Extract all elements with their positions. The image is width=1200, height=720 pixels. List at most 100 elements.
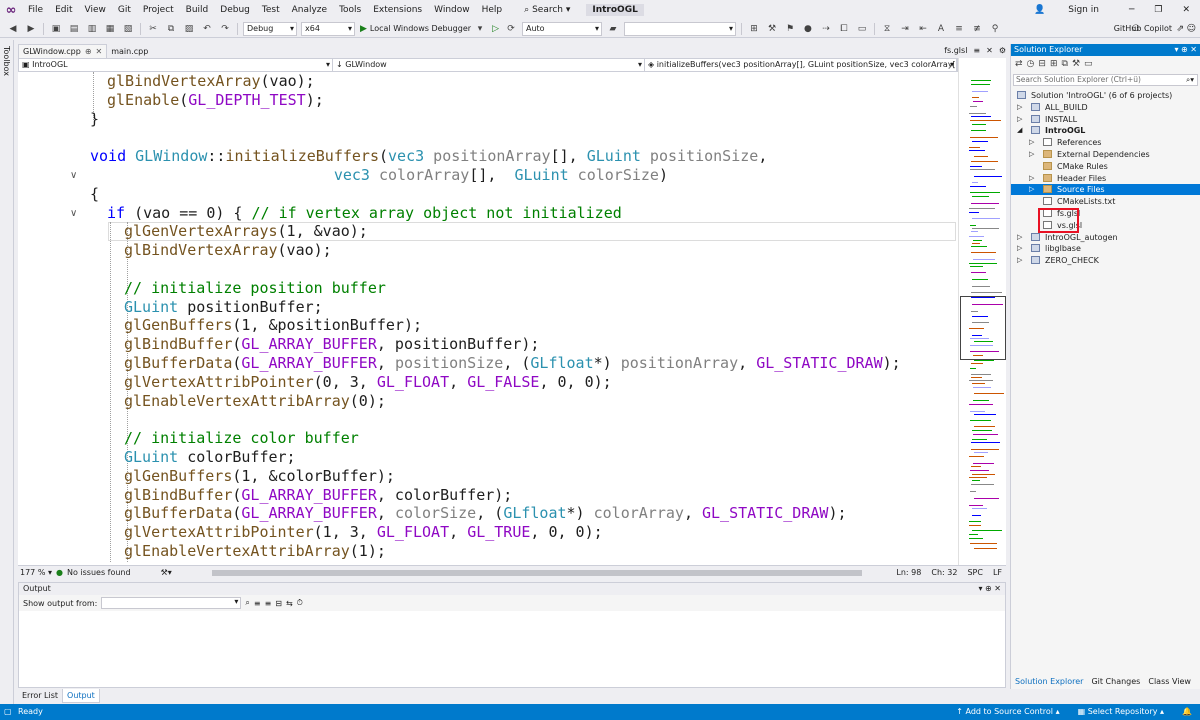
add-item-icon[interactable]: ▤ xyxy=(67,22,81,36)
search-box[interactable]: ⌕ Search ▾ xyxy=(516,5,578,15)
line-ending[interactable]: LF xyxy=(993,568,1002,577)
tree-item-cmake-rules[interactable]: CMake Rules xyxy=(1011,161,1200,172)
empty-select[interactable] xyxy=(623,21,736,36)
pin-icon[interactable]: ⊕ xyxy=(1181,45,1190,54)
forward-icon[interactable]: ▶ xyxy=(24,22,38,36)
tab-glwindow-cpp[interactable]: GLWindow.cpp ⊕ ✕ xyxy=(18,44,108,58)
expand-arrow-icon[interactable]: ▷ xyxy=(1017,102,1022,113)
save-icon[interactable]: ▦ xyxy=(103,22,117,36)
output-source-select[interactable] xyxy=(101,597,242,609)
menu-help[interactable]: Help xyxy=(476,0,509,20)
tree-item-all-build[interactable]: ▷ ALL_BUILD xyxy=(1011,102,1200,113)
show-all-files-icon[interactable]: ⧉ xyxy=(1062,59,1068,69)
tree-item-install[interactable]: ▷ INSTALL xyxy=(1011,114,1200,125)
pin-icon[interactable]: ⊕ xyxy=(985,584,994,593)
sync-icon[interactable]: ⇄ xyxy=(1015,59,1023,69)
expand-arrow-icon[interactable]: ▷ xyxy=(1029,149,1034,160)
copy-icon[interactable]: ⧉ xyxy=(164,22,178,36)
tab-error-list[interactable]: Error List xyxy=(18,689,62,703)
clear-all-icon[interactable]: ⊟ xyxy=(275,599,282,608)
configuration-select[interactable]: Debug xyxy=(243,21,297,36)
folder-icon[interactable]: ▰ xyxy=(606,22,620,36)
expand-arrow-icon[interactable]: ▷ xyxy=(1029,137,1034,148)
preview-icon[interactable]: ▭ xyxy=(1084,59,1093,69)
uncomment-icon[interactable]: ≢ xyxy=(970,22,984,36)
visual-studio-logo-icon[interactable]: ∞ xyxy=(0,0,22,20)
tab-solution-explorer[interactable]: Solution Explorer xyxy=(1015,675,1083,689)
expand-arrow-icon[interactable]: ▷ xyxy=(1017,243,1022,254)
copilot-label[interactable]: GitHub Copilot xyxy=(1114,24,1172,33)
layout-icon[interactable]: ⊞ xyxy=(747,22,761,36)
close-icon[interactable]: ✕ xyxy=(1190,45,1197,54)
menu-file[interactable]: File xyxy=(22,0,49,20)
tree-item-external-dependencies[interactable]: ▷ External Dependencies xyxy=(1011,149,1200,160)
start-without-debugging-icon[interactable]: ▷ xyxy=(492,24,499,34)
close-icon[interactable]: ✕ xyxy=(96,45,103,58)
find-message-icon[interactable]: ⌕ xyxy=(245,598,249,608)
toolbox-strip[interactable]: Toolbox xyxy=(0,40,14,704)
tree-item-header-files[interactable]: ▷ Header Files xyxy=(1011,173,1200,184)
tab-class-view[interactable]: Class View xyxy=(1148,675,1191,689)
select-repository-button[interactable]: ▦ Select Repository ▴ xyxy=(1078,704,1164,720)
menu-edit[interactable]: Edit xyxy=(49,0,78,20)
back-icon[interactable]: ◀ xyxy=(6,22,20,36)
tab-list-icon[interactable]: ≡ xyxy=(973,44,980,57)
member-nav-select[interactable]: ◈ initializeBuffers(vec3 positionArray[]… xyxy=(645,59,957,71)
feedback-icon[interactable]: ☺ xyxy=(1187,24,1196,34)
prev-message-icon[interactable]: ≡ xyxy=(254,599,261,608)
class-nav-select[interactable]: ↓ GLWindow xyxy=(333,59,645,71)
chevron-down-icon[interactable]: ▾ xyxy=(45,568,52,577)
platform-select[interactable]: x64 xyxy=(301,21,355,36)
tree-item-source-files[interactable]: ▷ Source Files xyxy=(1011,184,1200,196)
code-editor[interactable]: glBindVertexArray(vao); glEnable(GL_DEPTH… xyxy=(18,72,958,565)
menu-view[interactable]: View xyxy=(79,0,112,20)
expand-arrow-icon[interactable]: ▷ xyxy=(1017,255,1022,266)
menu-project[interactable]: Project xyxy=(137,0,180,20)
font-icon[interactable]: A xyxy=(934,22,948,36)
tab-main-cpp[interactable]: main.cpp xyxy=(107,44,152,58)
comment-icon[interactable]: ≡ xyxy=(952,22,966,36)
paste-icon[interactable]: ▨ xyxy=(182,22,196,36)
expand-arrow-icon[interactable]: ▷ xyxy=(1029,184,1034,195)
tab-fs-glsl[interactable]: fs.glsl xyxy=(944,44,967,57)
code-cleanup-icon[interactable]: ⚒▾ xyxy=(161,568,172,577)
tab-git-changes[interactable]: Git Changes xyxy=(1091,675,1140,689)
close-icon[interactable]: ✕ xyxy=(994,584,1001,593)
tree-item-cmakelists-txt[interactable]: CMakeLists.txt xyxy=(1011,196,1200,207)
expand-arrow-icon[interactable]: ▷ xyxy=(1017,232,1022,243)
pending-changes-icon[interactable]: ⊞ xyxy=(1050,59,1058,69)
expand-arrow-icon[interactable]: ▷ xyxy=(1017,114,1022,125)
pin-icon[interactable]: ⊕ xyxy=(85,45,92,58)
menu-tools[interactable]: Tools xyxy=(333,0,367,20)
indent-icon[interactable]: ⇥ xyxy=(898,22,912,36)
fold-chevron-icon[interactable]: ∨ xyxy=(70,208,77,219)
settings-icon[interactable]: ⚙ xyxy=(999,44,1006,57)
next-message-icon[interactable]: ≡ xyxy=(265,599,272,608)
minimize-button[interactable]: ─ xyxy=(1119,5,1144,15)
zoom-level[interactable]: 177 % xyxy=(18,568,45,577)
screen-icon[interactable]: ▭ xyxy=(855,22,869,36)
collapse-all-icon[interactable]: ⊟ xyxy=(1038,59,1046,69)
close-button[interactable]: ✕ xyxy=(1172,5,1200,15)
start-debugging-icon[interactable]: ▶ xyxy=(360,24,367,34)
tree-item-references[interactable]: ▷ References xyxy=(1011,137,1200,148)
output-content[interactable] xyxy=(19,611,1005,687)
close-icon[interactable]: ✕ xyxy=(986,44,993,57)
breakpoint-icon[interactable]: ● xyxy=(801,22,815,36)
sign-in-button[interactable]: 👤 Sign in xyxy=(1014,5,1119,15)
menu-extensions[interactable]: Extensions xyxy=(367,0,428,20)
filter-icon[interactable]: ⧖ xyxy=(880,22,894,36)
chevron-down-icon[interactable]: ▾ xyxy=(473,22,487,36)
menu-test[interactable]: Test xyxy=(256,0,286,20)
timestamp-icon[interactable]: ⏱ xyxy=(297,598,303,608)
word-wrap-icon[interactable]: ⇆ xyxy=(286,599,293,608)
menu-debug[interactable]: Debug xyxy=(214,0,256,20)
tree-item-zero-check[interactable]: ▷ ZERO_CHECK xyxy=(1011,255,1200,266)
redo-icon[interactable]: ↷ xyxy=(218,22,232,36)
tree-item-libglbase[interactable]: ▷ libglbase xyxy=(1011,243,1200,254)
expand-arrow-icon[interactable]: ▷ xyxy=(1029,173,1034,184)
menu-window[interactable]: Window xyxy=(428,0,476,20)
tree-item-introogl-autogen[interactable]: ▷ IntroOGL_autogen xyxy=(1011,232,1200,243)
tree-item-introogl[interactable]: ◢ IntroOGL xyxy=(1011,125,1200,136)
menu-analyze[interactable]: Analyze xyxy=(286,0,333,20)
